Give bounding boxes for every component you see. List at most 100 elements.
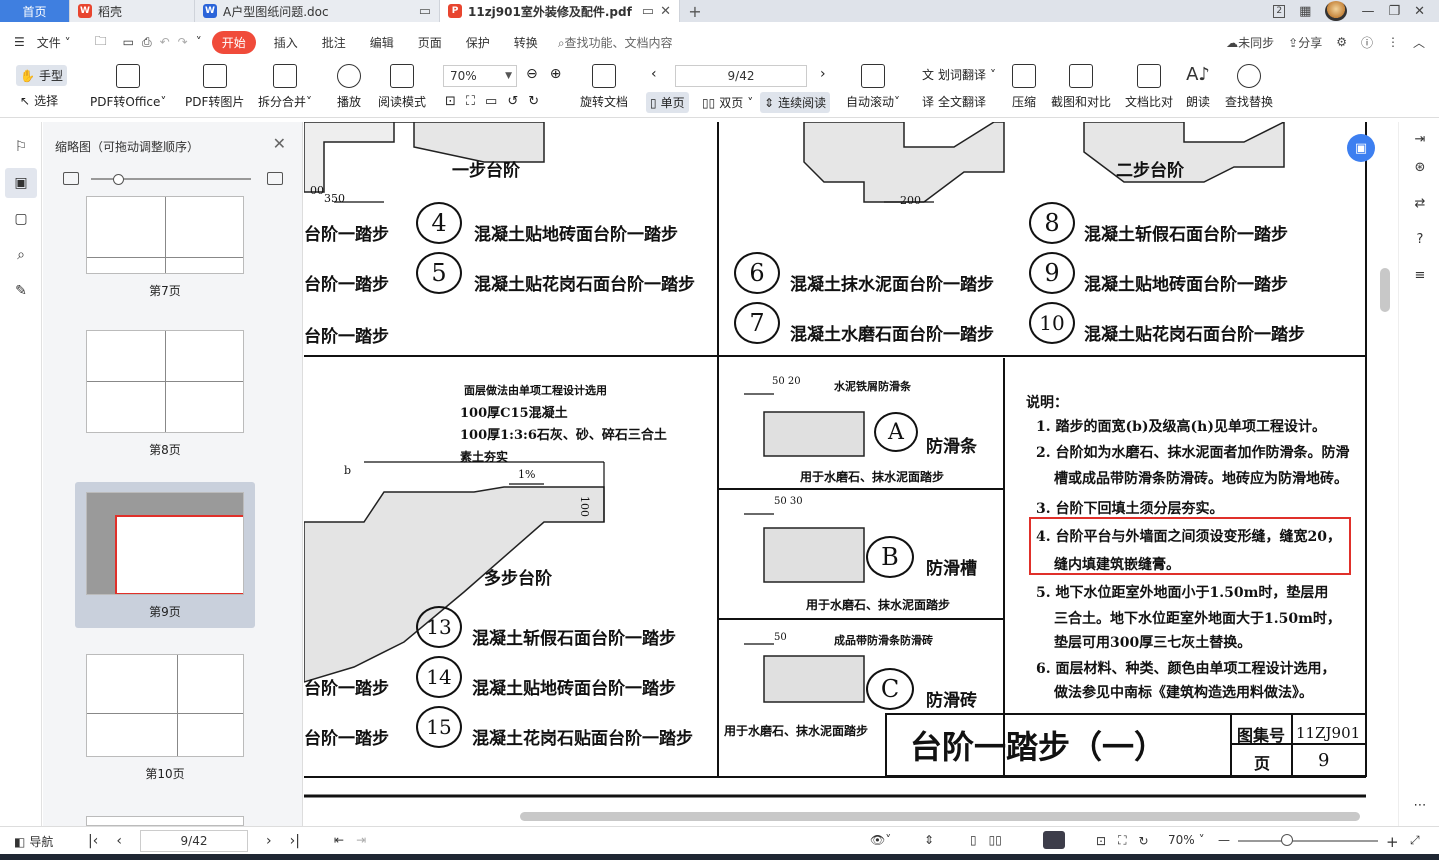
bookmark-icon[interactable]: ⚐ <box>10 136 32 158</box>
continuous-status-icon[interactable]: ⇕ <box>924 833 934 847</box>
prev-page-icon[interactable]: ‹ <box>651 66 657 82</box>
close-icon[interactable]: ✕ <box>273 134 286 153</box>
pdf-page-view[interactable]: 00 350 一步台阶 台阶一踏步 台阶一踏步 台阶一踏步 4 混凝土贴地砖面台… <box>304 122 1372 802</box>
double-page-button[interactable]: ▯▯ 双页 ˅ <box>702 94 753 111</box>
attachment-icon[interactable]: ⌕ <box>10 244 32 266</box>
menu-convert[interactable]: 转换 <box>502 34 550 51</box>
double-page-status-icon[interactable]: ▯▯ <box>989 833 1002 847</box>
grid-icon[interactable]: ▦ <box>1299 4 1311 19</box>
help-icon[interactable]: ⓘ <box>1361 34 1373 51</box>
new-tab-button[interactable]: + <box>680 0 710 22</box>
find-replace-button[interactable]: 查找替换 <box>1225 64 1273 110</box>
avatar[interactable] <box>1325 1 1348 21</box>
signature-icon[interactable]: ✎ <box>10 280 32 302</box>
tab-home[interactable]: 首页 <box>0 0 70 22</box>
zoom-select[interactable]: 70% ▼ <box>443 65 517 87</box>
rotate-doc-button[interactable]: 旋转文档 <box>580 64 628 110</box>
menu-start[interactable]: 开始 <box>211 30 256 54</box>
fit-width-icon[interactable]: ▭ <box>485 94 497 109</box>
first-page-icon[interactable]: |‹ <box>88 833 98 849</box>
read-aloud-button[interactable]: A♪ 朗读 <box>1186 64 1210 110</box>
zoom-slider[interactable] <box>1238 840 1378 842</box>
close-icon[interactable]: ✕ <box>660 4 671 19</box>
help-icon[interactable]: ? <box>1411 230 1429 248</box>
thumbnail-page-7[interactable]: 第7页 <box>75 196 255 299</box>
small-thumbnail-icon[interactable] <box>63 172 79 185</box>
share-button[interactable]: ⇪分享 <box>1288 34 1322 51</box>
close-window-icon[interactable]: ✕ <box>1414 4 1425 19</box>
select-tool[interactable]: ↖ 选择 <box>20 92 58 109</box>
file-menu[interactable]: 文件 ˅ <box>37 34 83 51</box>
thumbnail-page-11[interactable] <box>75 806 255 826</box>
tab-pdf[interactable]: P 11zj901室外装修及配件.pdf ▭ ✕ <box>440 0 680 22</box>
thumbnail-page-9[interactable]: 第9页 <box>75 482 255 628</box>
menu-protect[interactable]: 保护 <box>454 34 502 51</box>
next-page-icon[interactable]: › <box>266 833 272 849</box>
actual-size-status-icon[interactable]: ⊡ <box>1096 834 1106 848</box>
play-status-button[interactable] <box>1043 831 1065 849</box>
menu-edit[interactable]: 编辑 <box>358 34 406 51</box>
more-icon[interactable]: ⋯ <box>1411 796 1429 814</box>
hand-tool[interactable]: ✋ 手型 <box>16 65 67 86</box>
menu-insert[interactable]: 插入 <box>262 34 310 51</box>
window-count-badge[interactable]: 2 <box>1273 4 1286 18</box>
menu-comment[interactable]: 批注 <box>310 34 358 51</box>
restore-icon[interactable]: ❐ <box>1388 4 1400 19</box>
prev-page-icon[interactable]: ‹ <box>116 833 122 849</box>
rotate-status-icon[interactable]: ↻ <box>1138 834 1148 848</box>
last-page-icon[interactable]: ›| <box>290 833 300 849</box>
zoom-slider-handle[interactable] <box>1281 834 1293 846</box>
monitor-icon[interactable]: ▭ <box>642 4 654 19</box>
ai-icon[interactable]: ⊛ <box>1411 158 1429 176</box>
floating-tool-button[interactable]: ▣ <box>1347 134 1375 162</box>
back-icon[interactable]: ⇤ <box>334 833 344 847</box>
comment-icon[interactable]: ▢ <box>10 208 32 230</box>
tab-word-doc[interactable]: W A户型图纸问题.doc ▭ <box>195 0 440 22</box>
collapse-ribbon-icon[interactable]: ︿ <box>1413 34 1425 51</box>
highlight-annotation-box[interactable] <box>1029 517 1351 575</box>
auto-scroll-button[interactable]: 自动滚动˅ <box>846 64 900 110</box>
more-icon[interactable]: ˅ <box>192 35 206 49</box>
settings-icon[interactable]: ⚙ <box>1336 35 1347 49</box>
page-number-input[interactable]: 9/42 <box>675 65 807 87</box>
zoom-out-icon[interactable]: ⊖ <box>526 66 538 82</box>
single-page-button[interactable]: ▯ 单页 <box>646 92 689 113</box>
next-page-icon[interactable]: › <box>820 66 826 82</box>
viewport-indicator[interactable] <box>115 515 243 594</box>
thumbnail-icon[interactable]: ▣ <box>5 168 37 198</box>
play-button[interactable]: 播放 <box>337 64 361 110</box>
rotate-left-icon[interactable]: ↺ <box>507 94 518 109</box>
menu-page[interactable]: 页面 <box>406 34 454 51</box>
save-icon[interactable]: ▭ <box>119 35 138 49</box>
status-page-input[interactable]: 9/42 <box>140 830 248 852</box>
navigation-button[interactable]: ◧ 导航 <box>14 833 53 850</box>
eye-protection-icon[interactable]: 👁˅ <box>870 833 891 847</box>
compress-button[interactable]: 压缩 <box>1012 64 1036 110</box>
rotate-right-icon[interactable]: ↻ <box>528 94 539 109</box>
pdf-to-office-button[interactable]: PDF转Office˅ <box>90 64 166 110</box>
undo-icon[interactable]: ↶ <box>156 35 174 49</box>
fit-page-icon[interactable]: ⛶ <box>466 94 475 109</box>
vertical-scrollbar[interactable] <box>1380 268 1390 312</box>
more-options-icon[interactable]: ⋮ <box>1387 35 1399 49</box>
single-page-status-icon[interactable]: ▯ <box>970 833 977 847</box>
fullscreen-icon[interactable]: ⤢ <box>1410 833 1420 848</box>
large-thumbnail-icon[interactable] <box>267 172 283 185</box>
full-translate-button[interactable]: 译全文翻译 <box>922 93 986 110</box>
redo-icon[interactable]: ↷ <box>174 35 192 49</box>
thumbnail-page-8[interactable]: 第8页 <box>75 320 255 458</box>
doc-compare-button[interactable]: 文档比对 <box>1125 64 1173 110</box>
sync-status[interactable]: ☁未同步 <box>1226 34 1274 51</box>
continuous-button[interactable]: ⇕ 连续阅读 <box>760 92 831 113</box>
forward-icon[interactable]: ⇥ <box>356 833 366 847</box>
settings-sliders-icon[interactable]: ≡ <box>1411 266 1429 284</box>
slider-handle[interactable] <box>113 174 124 185</box>
hamburger-icon[interactable]: ☰ <box>0 35 37 49</box>
print-icon[interactable]: ⎙ <box>138 35 156 50</box>
read-mode-button[interactable]: 阅读模式 <box>378 64 426 110</box>
word-translate-button[interactable]: 文划词翻译 ˅ <box>922 66 996 83</box>
status-zoom-select[interactable]: 70% ˅ <box>1168 833 1205 847</box>
zoom-in-icon[interactable]: ⊕ <box>550 66 562 82</box>
fit-page-status-icon[interactable]: ⛶ <box>1118 833 1126 848</box>
thumbnail-page-10[interactable]: 第10页 <box>75 644 255 782</box>
